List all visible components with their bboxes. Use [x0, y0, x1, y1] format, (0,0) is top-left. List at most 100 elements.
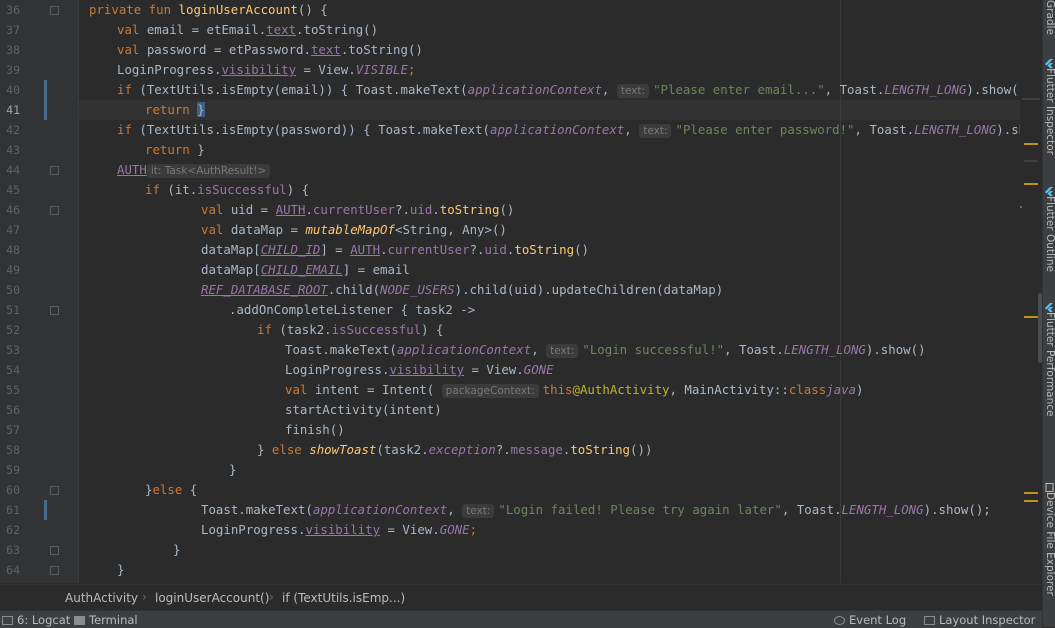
code-line-40[interactable]: if (TextUtils.isEmpty(email)) { Toast.ma…: [117, 80, 1020, 100]
code-line-55[interactable]: val intent = Intent( packageContext: this…: [285, 380, 863, 400]
vcs-change-marker[interactable]: [44, 500, 47, 520]
code-line-52[interactable]: if (task2.isSuccessful) {: [257, 320, 444, 340]
code-line-59[interactable]: }: [229, 460, 236, 480]
line-number: 56: [6, 403, 20, 417]
code-line-44[interactable]: AUTH it: Task<AuthResult!>: [117, 160, 274, 180]
code-line-39[interactable]: LoginProgress.visibility = View.VISIBLE;: [117, 60, 415, 80]
breadcrumb-function[interactable]: loginUserAccount(): [155, 591, 269, 605]
parameter-hint: packageContext:: [441, 384, 539, 398]
warning-marker[interactable]: [1024, 500, 1038, 502]
line-number: 55: [6, 383, 20, 397]
line-number: 42: [6, 123, 20, 137]
code-editor[interactable]: private fun loginUserAccount() { val ema…: [79, 0, 1020, 583]
tab-gradle[interactable]: Gradle: [1043, 0, 1055, 35]
code-line-42[interactable]: if (TextUtils.isEmpty(password)) { Toast…: [117, 120, 1020, 140]
code-line-56[interactable]: startActivity(intent): [285, 400, 442, 420]
line-number: 63: [6, 543, 20, 557]
tab-flutter-inspector[interactable]: Flutter Inspector: [1043, 68, 1055, 155]
line-number: 49: [6, 263, 20, 277]
code-line-38[interactable]: val password = etPassword.text.toString(…: [117, 40, 423, 60]
code-line-57[interactable]: finish(): [285, 420, 345, 440]
code-line-49[interactable]: dataMap[CHILD_EMAIL] = email: [201, 260, 410, 280]
fold-marker-icon[interactable]: [50, 206, 59, 215]
code-line-46[interactable]: val uid = AUTH.currentUser?.uid.toString…: [201, 200, 514, 220]
warning-marker[interactable]: [1024, 316, 1038, 318]
event-log-button[interactable]: Event Log: [834, 613, 906, 627]
marker[interactable]: [1024, 160, 1038, 162]
marker[interactable]: [1022, 98, 1040, 100]
parameter-hint: text:: [616, 84, 650, 98]
fold-marker-icon[interactable]: [50, 306, 59, 315]
line-number: 64: [6, 563, 20, 577]
warning-marker[interactable]: [1024, 492, 1038, 494]
breadcrumb-if[interactable]: if (TextUtils.isEmp...): [282, 591, 405, 605]
breadcrumb-class[interactable]: AuthActivity: [65, 591, 138, 605]
line-number-gutter[interactable]: 36 37 38 39 40 41 42 43 44 45 46 47 48 49 50 51 52 53 54 55…: [0, 0, 79, 583]
lambda-hint: it: Task<AuthResult!>: [146, 164, 271, 178]
warning-marker[interactable]: [1024, 183, 1038, 185]
code-line-50[interactable]: REF_DATABASE_ROOT.child(NODE_USERS).chil…: [201, 280, 723, 300]
code-line-45[interactable]: if (it.isSuccessful) {: [145, 180, 309, 200]
line-number: 50: [6, 283, 20, 297]
code-line-53[interactable]: Toast.makeText(applicationContext, text:…: [285, 340, 926, 360]
current-line-highlight: [79, 100, 1020, 120]
line-number: 46: [6, 203, 20, 217]
layout-inspector-button[interactable]: Layout Inspector: [924, 613, 1035, 627]
logcat-button[interactable]: 6: Logcat: [2, 613, 70, 627]
code-line-60[interactable]: }else {: [145, 480, 197, 500]
code-line-58[interactable]: } else showToast(task2.exception?.messag…: [257, 440, 652, 460]
code-line-51[interactable]: .addOnCompleteListener { task2 ->: [229, 300, 475, 320]
parameter-hint: text:: [462, 504, 495, 518]
line-number: 48: [6, 243, 20, 257]
fold-marker-icon[interactable]: [50, 486, 59, 495]
bottom-tool-window-bar: 6: Logcat Terminal Event Log Layout Insp…: [0, 610, 1042, 628]
vcs-change-marker[interactable]: [44, 80, 47, 120]
line-number: 54: [6, 363, 20, 377]
fold-marker-icon[interactable]: [50, 166, 59, 175]
terminal-button[interactable]: Terminal: [74, 613, 138, 627]
tab-device-file-explorer[interactable]: Device File Explorer: [1043, 492, 1055, 596]
event-log-icon: [834, 616, 845, 625]
breadcrumb: AuthActivity › loginUserAccount() › if (…: [0, 584, 1042, 611]
line-number: 44: [6, 163, 20, 177]
fold-marker-icon[interactable]: [50, 566, 59, 575]
line-number: 52: [6, 323, 20, 337]
code-line-41[interactable]: return }: [145, 100, 205, 120]
line-number: 38: [6, 43, 20, 57]
code-line-54[interactable]: LoginProgress.visibility = View.GONE: [285, 360, 554, 380]
line-number: 41: [6, 103, 20, 117]
line-number: 45: [6, 183, 20, 197]
code-line-43[interactable]: return }: [145, 140, 205, 160]
line-number: 62: [6, 523, 20, 537]
line-number: 53: [6, 343, 20, 357]
chevron-right-icon: ›: [269, 590, 274, 604]
flutter-icon: [1045, 56, 1054, 68]
code-line-47[interactable]: val dataMap = mutableMapOf<String, Any>(…: [201, 220, 507, 240]
fold-marker-icon[interactable]: [50, 6, 59, 15]
code-line-64[interactable]: }: [117, 560, 124, 580]
line-number: 37: [6, 23, 20, 37]
code-line-62[interactable]: LoginProgress.visibility = View.GONE;: [201, 520, 477, 540]
code-line-63[interactable]: }: [173, 540, 180, 560]
code-line-36[interactable]: private fun loginUserAccount() {: [89, 0, 328, 20]
fold-marker-icon[interactable]: [50, 546, 59, 555]
marker[interactable]: [1020, 206, 1022, 208]
line-number: 39: [6, 63, 20, 77]
code-line-61[interactable]: Toast.makeText(applicationContext, text:…: [201, 500, 991, 520]
tab-flutter-performance[interactable]: Flutter Performance: [1043, 312, 1055, 417]
line-number: 43: [6, 143, 20, 157]
warning-marker[interactable]: [1024, 143, 1038, 145]
line-number: 40: [6, 83, 20, 97]
line-number: 36: [6, 3, 20, 17]
chevron-right-icon: ›: [142, 590, 147, 604]
error-stripe[interactable]: [1020, 0, 1042, 583]
code-line-48[interactable]: dataMap[CHILD_ID] = AUTH.currentUser?.ui…: [201, 240, 589, 260]
line-number: 47: [6, 223, 20, 237]
code-line-37[interactable]: val email = etEmail.text.toString(): [117, 20, 378, 40]
line-number: 51: [6, 303, 20, 317]
flutter-icon: [1045, 184, 1054, 196]
logcat-icon: [2, 616, 13, 625]
line-number: 58: [6, 443, 20, 457]
tab-flutter-outline[interactable]: Flutter Outline: [1043, 196, 1055, 272]
line-number: 61: [6, 503, 20, 517]
